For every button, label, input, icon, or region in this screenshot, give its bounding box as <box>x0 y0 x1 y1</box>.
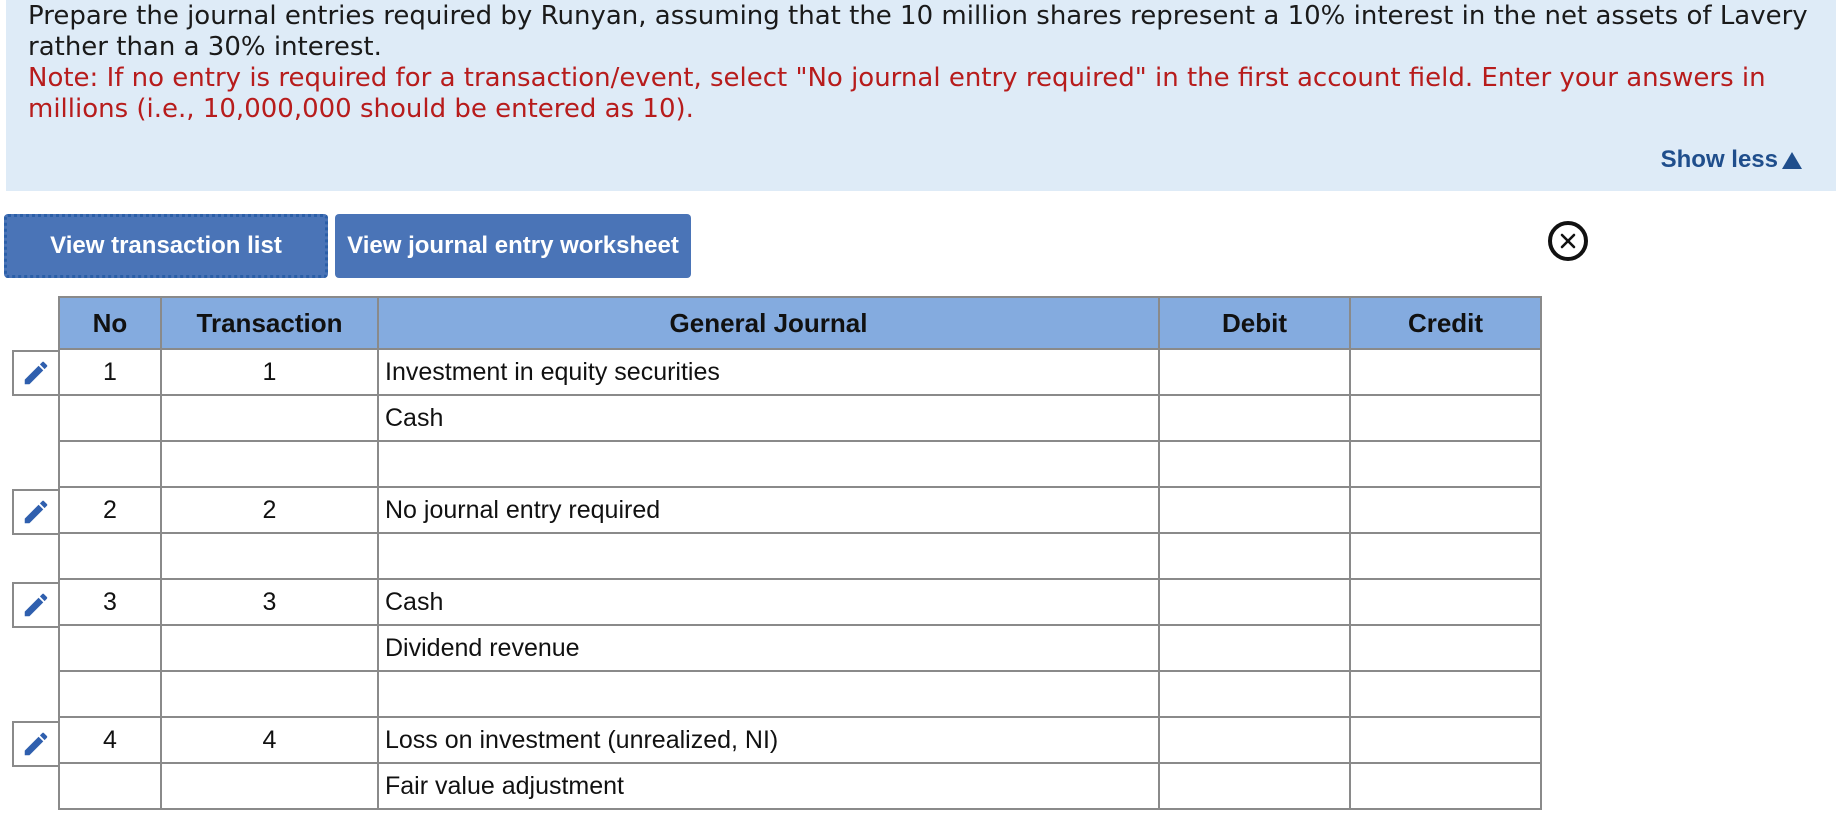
table-row: Dividend revenue <box>58 624 1542 672</box>
cell-no <box>58 394 162 442</box>
view-transaction-list-button[interactable]: View transaction list <box>4 214 328 278</box>
table-row: 4 4 Loss on investment (unrealized, NI) <box>58 716 1542 764</box>
cell-debit <box>1158 394 1351 442</box>
view-journal-entry-worksheet-button[interactable]: View journal entry worksheet <box>335 214 691 278</box>
cell-credit <box>1349 348 1542 396</box>
pencil-icon <box>24 361 48 385</box>
cell-account: Investment in equity securities <box>377 348 1160 396</box>
cell-no: 3 <box>58 578 162 626</box>
cell-no <box>58 762 162 810</box>
cell-account: No journal entry required <box>377 486 1160 534</box>
table-row: 1 1 Investment in equity securities <box>58 348 1542 396</box>
table-row: Fair value adjustment <box>58 762 1542 810</box>
cell-credit <box>1349 716 1542 764</box>
table-row: Cash <box>58 394 1542 442</box>
general-journal-table: No Transaction General Journal Debit Cre… <box>58 296 1542 810</box>
cell-transaction: 2 <box>160 486 379 534</box>
x-mark-icon <box>1560 233 1576 249</box>
cell-transaction: 3 <box>160 578 379 626</box>
cell-debit <box>1158 532 1351 580</box>
cell-credit <box>1349 578 1542 626</box>
table-row <box>58 670 1542 718</box>
answer-note: Note: If no entry is required for a tran… <box>28 63 1766 124</box>
cell-debit <box>1158 486 1351 534</box>
cell-credit <box>1349 762 1542 810</box>
cell-transaction <box>160 440 379 488</box>
pencil-icon <box>24 500 48 524</box>
header-general-journal: General Journal <box>377 296 1160 350</box>
cell-transaction <box>160 532 379 580</box>
cell-debit <box>1158 348 1351 396</box>
show-less-toggle[interactable]: Show less <box>1661 146 1802 174</box>
cell-account <box>377 440 1160 488</box>
cell-no <box>58 624 162 672</box>
cell-account: Fair value adjustment <box>377 762 1160 810</box>
edit-entry-2-button[interactable] <box>12 489 58 535</box>
cell-credit <box>1349 624 1542 672</box>
table-row: 2 2 No journal entry required <box>58 486 1542 534</box>
edit-entry-4-button[interactable] <box>12 721 58 767</box>
instructions-panel: Prepare the journal entries required by … <box>6 0 1836 191</box>
cell-no: 4 <box>58 716 162 764</box>
cell-no: 2 <box>58 486 162 534</box>
table-row: 3 3 Cash <box>58 578 1542 626</box>
pencil-icon <box>24 593 48 617</box>
cell-debit <box>1158 578 1351 626</box>
show-less-label: Show less <box>1660 146 1778 173</box>
cell-transaction: 1 <box>160 348 379 396</box>
header-credit: Credit <box>1349 296 1542 350</box>
cell-no <box>58 440 162 488</box>
header-no: No <box>58 296 162 350</box>
triangle-up-icon <box>1782 151 1802 169</box>
cell-credit <box>1349 532 1542 580</box>
table-header-row: No Transaction General Journal Debit Cre… <box>58 296 1542 350</box>
question-prompt: Prepare the journal entries required by … <box>28 1 1808 62</box>
edit-entry-3-button[interactable] <box>12 582 58 628</box>
cell-account: Dividend revenue <box>377 624 1160 672</box>
cell-account: Cash <box>377 578 1160 626</box>
header-transaction: Transaction <box>160 296 379 350</box>
header-debit: Debit <box>1158 296 1351 350</box>
cell-no <box>58 670 162 718</box>
cell-no <box>58 532 162 580</box>
cell-account: Loss on investment (unrealized, NI) <box>377 716 1160 764</box>
cell-transaction <box>160 670 379 718</box>
table-row <box>58 440 1542 488</box>
close-icon[interactable] <box>1548 221 1588 261</box>
pencil-icon <box>24 732 48 756</box>
cell-transaction: 4 <box>160 716 379 764</box>
cell-transaction <box>160 394 379 442</box>
table-row <box>58 532 1542 580</box>
cell-credit <box>1349 394 1542 442</box>
cell-debit <box>1158 762 1351 810</box>
cell-debit <box>1158 624 1351 672</box>
cell-credit <box>1349 670 1542 718</box>
cell-credit <box>1349 486 1542 534</box>
cell-transaction <box>160 762 379 810</box>
cell-account <box>377 670 1160 718</box>
cell-credit <box>1349 440 1542 488</box>
cell-transaction <box>160 624 379 672</box>
cell-debit <box>1158 440 1351 488</box>
cell-account: Cash <box>377 394 1160 442</box>
edit-entry-1-button[interactable] <box>12 350 58 396</box>
cell-debit <box>1158 716 1351 764</box>
cell-account <box>377 532 1160 580</box>
cell-debit <box>1158 670 1351 718</box>
cell-no: 1 <box>58 348 162 396</box>
